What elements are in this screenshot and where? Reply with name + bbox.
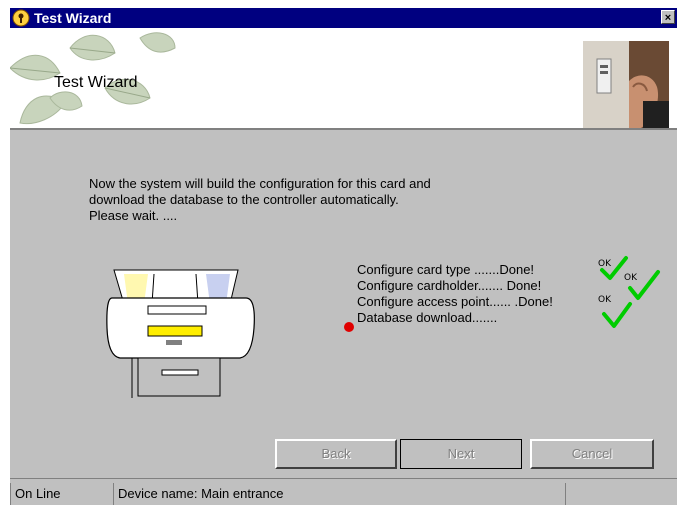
card-encoder-illustration <box>106 269 255 398</box>
instruction-line: download the database to the controller … <box>89 192 399 207</box>
status-bar: On Line Device name: Main entrance <box>10 478 677 505</box>
title-bar[interactable]: Test Wizard × <box>10 8 677 28</box>
hand-badge-reader-image <box>583 41 669 128</box>
device-name-status: Device name: Main entrance <box>113 483 565 505</box>
instruction-line: Please wait. .... <box>89 208 178 223</box>
ok-label: OK <box>598 259 612 269</box>
wizard-window: Test Wizard × Test Wizard Now the system… <box>10 8 677 505</box>
keyhole-icon <box>12 9 30 27</box>
step-configure-cardholder: Configure cardholder....... Done! <box>357 278 542 293</box>
instruction-line: Now the system will build the configurat… <box>89 176 431 191</box>
status-extra <box>565 483 677 505</box>
cancel-button[interactable]: Cancel <box>530 439 654 469</box>
next-button[interactable]: Next <box>400 439 522 469</box>
wizard-banner: Test Wizard <box>10 28 677 130</box>
step-database-download: Database download....... <box>357 310 498 325</box>
progress-steps: Configure card type .......Done! Configu… <box>357 262 553 326</box>
instruction-text: Now the system will build the configurat… <box>89 176 529 224</box>
connection-status: On Line <box>10 483 105 505</box>
banner-title: Test Wizard <box>54 74 138 91</box>
step-configure-access-point: Configure access point...... .Done! <box>357 294 553 309</box>
back-button[interactable]: Back <box>275 439 397 469</box>
ok-checkmarks-icon: OK OK OK <box>598 256 660 328</box>
step-configure-card-type: Configure card type .......Done! <box>357 262 535 277</box>
ok-label: OK <box>598 295 612 305</box>
window-title: Test Wizard <box>34 10 112 26</box>
ok-label: OK <box>624 273 638 283</box>
in-progress-indicator-icon <box>344 322 354 332</box>
close-button[interactable]: × <box>661 10 675 24</box>
